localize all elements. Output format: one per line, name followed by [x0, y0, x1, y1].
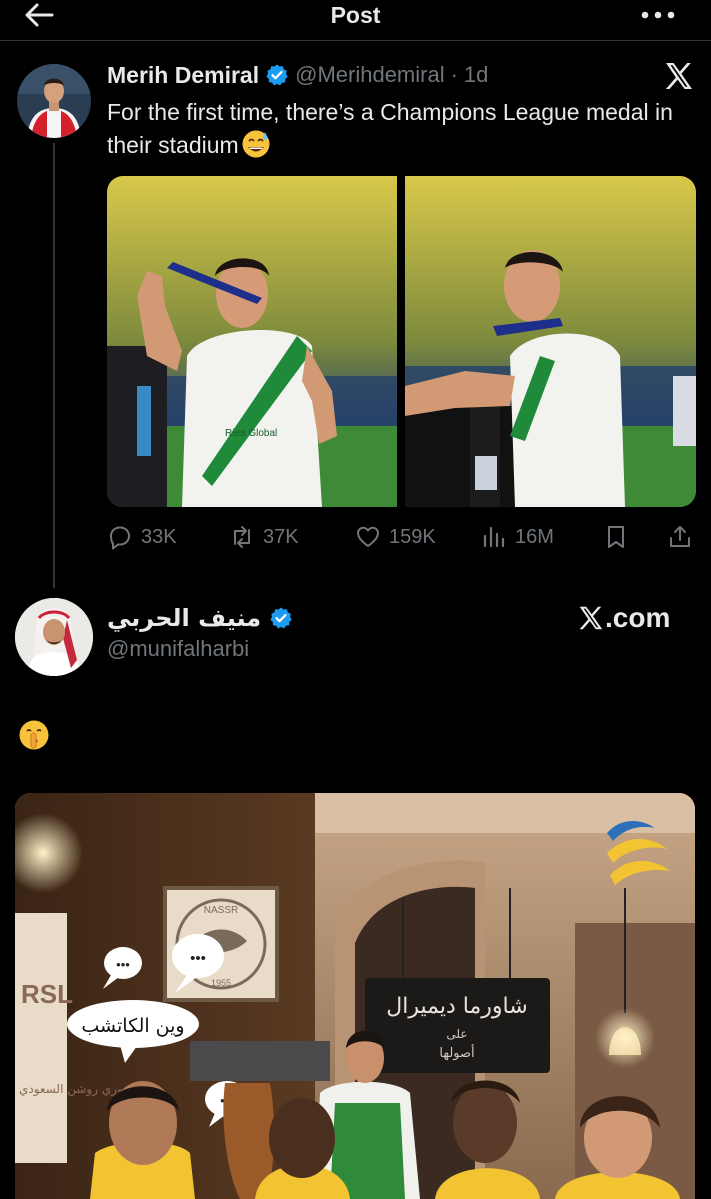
- shop-sub1: على: [446, 1027, 467, 1041]
- handle[interactable]: @munifalharbi: [107, 636, 249, 662]
- x-logo-icon: [664, 62, 694, 90]
- bubble-text: وين الكاتشب: [81, 1015, 184, 1037]
- bookmark-button[interactable]: [603, 519, 629, 555]
- tweet-body: For the first time, there’s a Champions …: [107, 99, 673, 158]
- svg-text:RSL: RSL: [21, 979, 73, 1009]
- sweat-smile-emoji-icon: [241, 129, 271, 159]
- reply-icon: [107, 524, 133, 550]
- bubble-dots-1: •••: [116, 957, 130, 972]
- x-com-watermark: .com: [578, 600, 688, 636]
- share-icon: [667, 524, 693, 550]
- views-button[interactable]: 16M: [481, 519, 554, 555]
- share-button[interactable]: [667, 519, 693, 555]
- shushing-face-emoji-icon: [18, 719, 50, 751]
- heart-icon: [355, 524, 381, 550]
- reply-count: 33K: [141, 525, 177, 548]
- bookmark-icon: [603, 524, 629, 550]
- x-com-label: .com: [605, 602, 671, 633]
- x-logo-icon: [578, 605, 605, 631]
- club-text: NASSR: [204, 905, 238, 916]
- photo-2[interactable]: [405, 176, 696, 507]
- verified-badge-icon: [269, 606, 293, 630]
- league-text: دوري روشن السعودي: [19, 1082, 128, 1097]
- like-button[interactable]: 159K: [355, 519, 436, 555]
- bubble-dots-2: •••: [190, 950, 206, 967]
- views-count: 16M: [515, 525, 554, 548]
- reply-button[interactable]: 33K: [107, 519, 177, 555]
- repost-button[interactable]: 37K: [229, 519, 299, 555]
- header-divider: [0, 40, 711, 41]
- thread-connector: [53, 143, 55, 588]
- tweet-actions: 33K 37K 159K 16M: [107, 519, 697, 555]
- timestamp[interactable]: 1d: [464, 62, 488, 88]
- svg-text:Riea Global: Riea Global: [225, 428, 277, 439]
- page-title: Post: [330, 2, 381, 28]
- tweet-text: For the first time, there’s a Champions …: [107, 96, 677, 162]
- tweet2-author-row: منيف الحربي: [107, 600, 293, 636]
- repost-count: 37K: [263, 525, 299, 548]
- verified-badge-icon: [265, 63, 289, 87]
- more-options-icon[interactable]: [638, 2, 678, 26]
- photo-1[interactable]: Riea Global: [107, 176, 397, 507]
- tweet-author-row: Merih Demiral @Merihdemiral · 1d: [107, 60, 488, 90]
- avatar[interactable]: [17, 64, 91, 138]
- top-bar: Post: [0, 0, 711, 34]
- views-icon: [481, 524, 507, 550]
- repost-icon: [229, 524, 255, 550]
- shop-sign: شاورما ديميرال: [386, 994, 527, 1019]
- display-name[interactable]: Merih Demiral: [107, 62, 259, 89]
- like-count: 159K: [389, 525, 436, 548]
- shop-sub2: أصولها: [439, 1044, 474, 1061]
- club-year: 1955: [211, 978, 231, 988]
- avatar[interactable]: [15, 598, 93, 676]
- display-name[interactable]: منيف الحربي: [107, 604, 261, 632]
- tweet-media[interactable]: Riea Global: [107, 176, 696, 507]
- separator: ·: [450, 62, 458, 87]
- handle[interactable]: @Merihdemiral: [295, 62, 444, 88]
- tweet2-media[interactable]: NASSR 1955 RSL دوري روشن السعودي شاورما …: [15, 793, 695, 1199]
